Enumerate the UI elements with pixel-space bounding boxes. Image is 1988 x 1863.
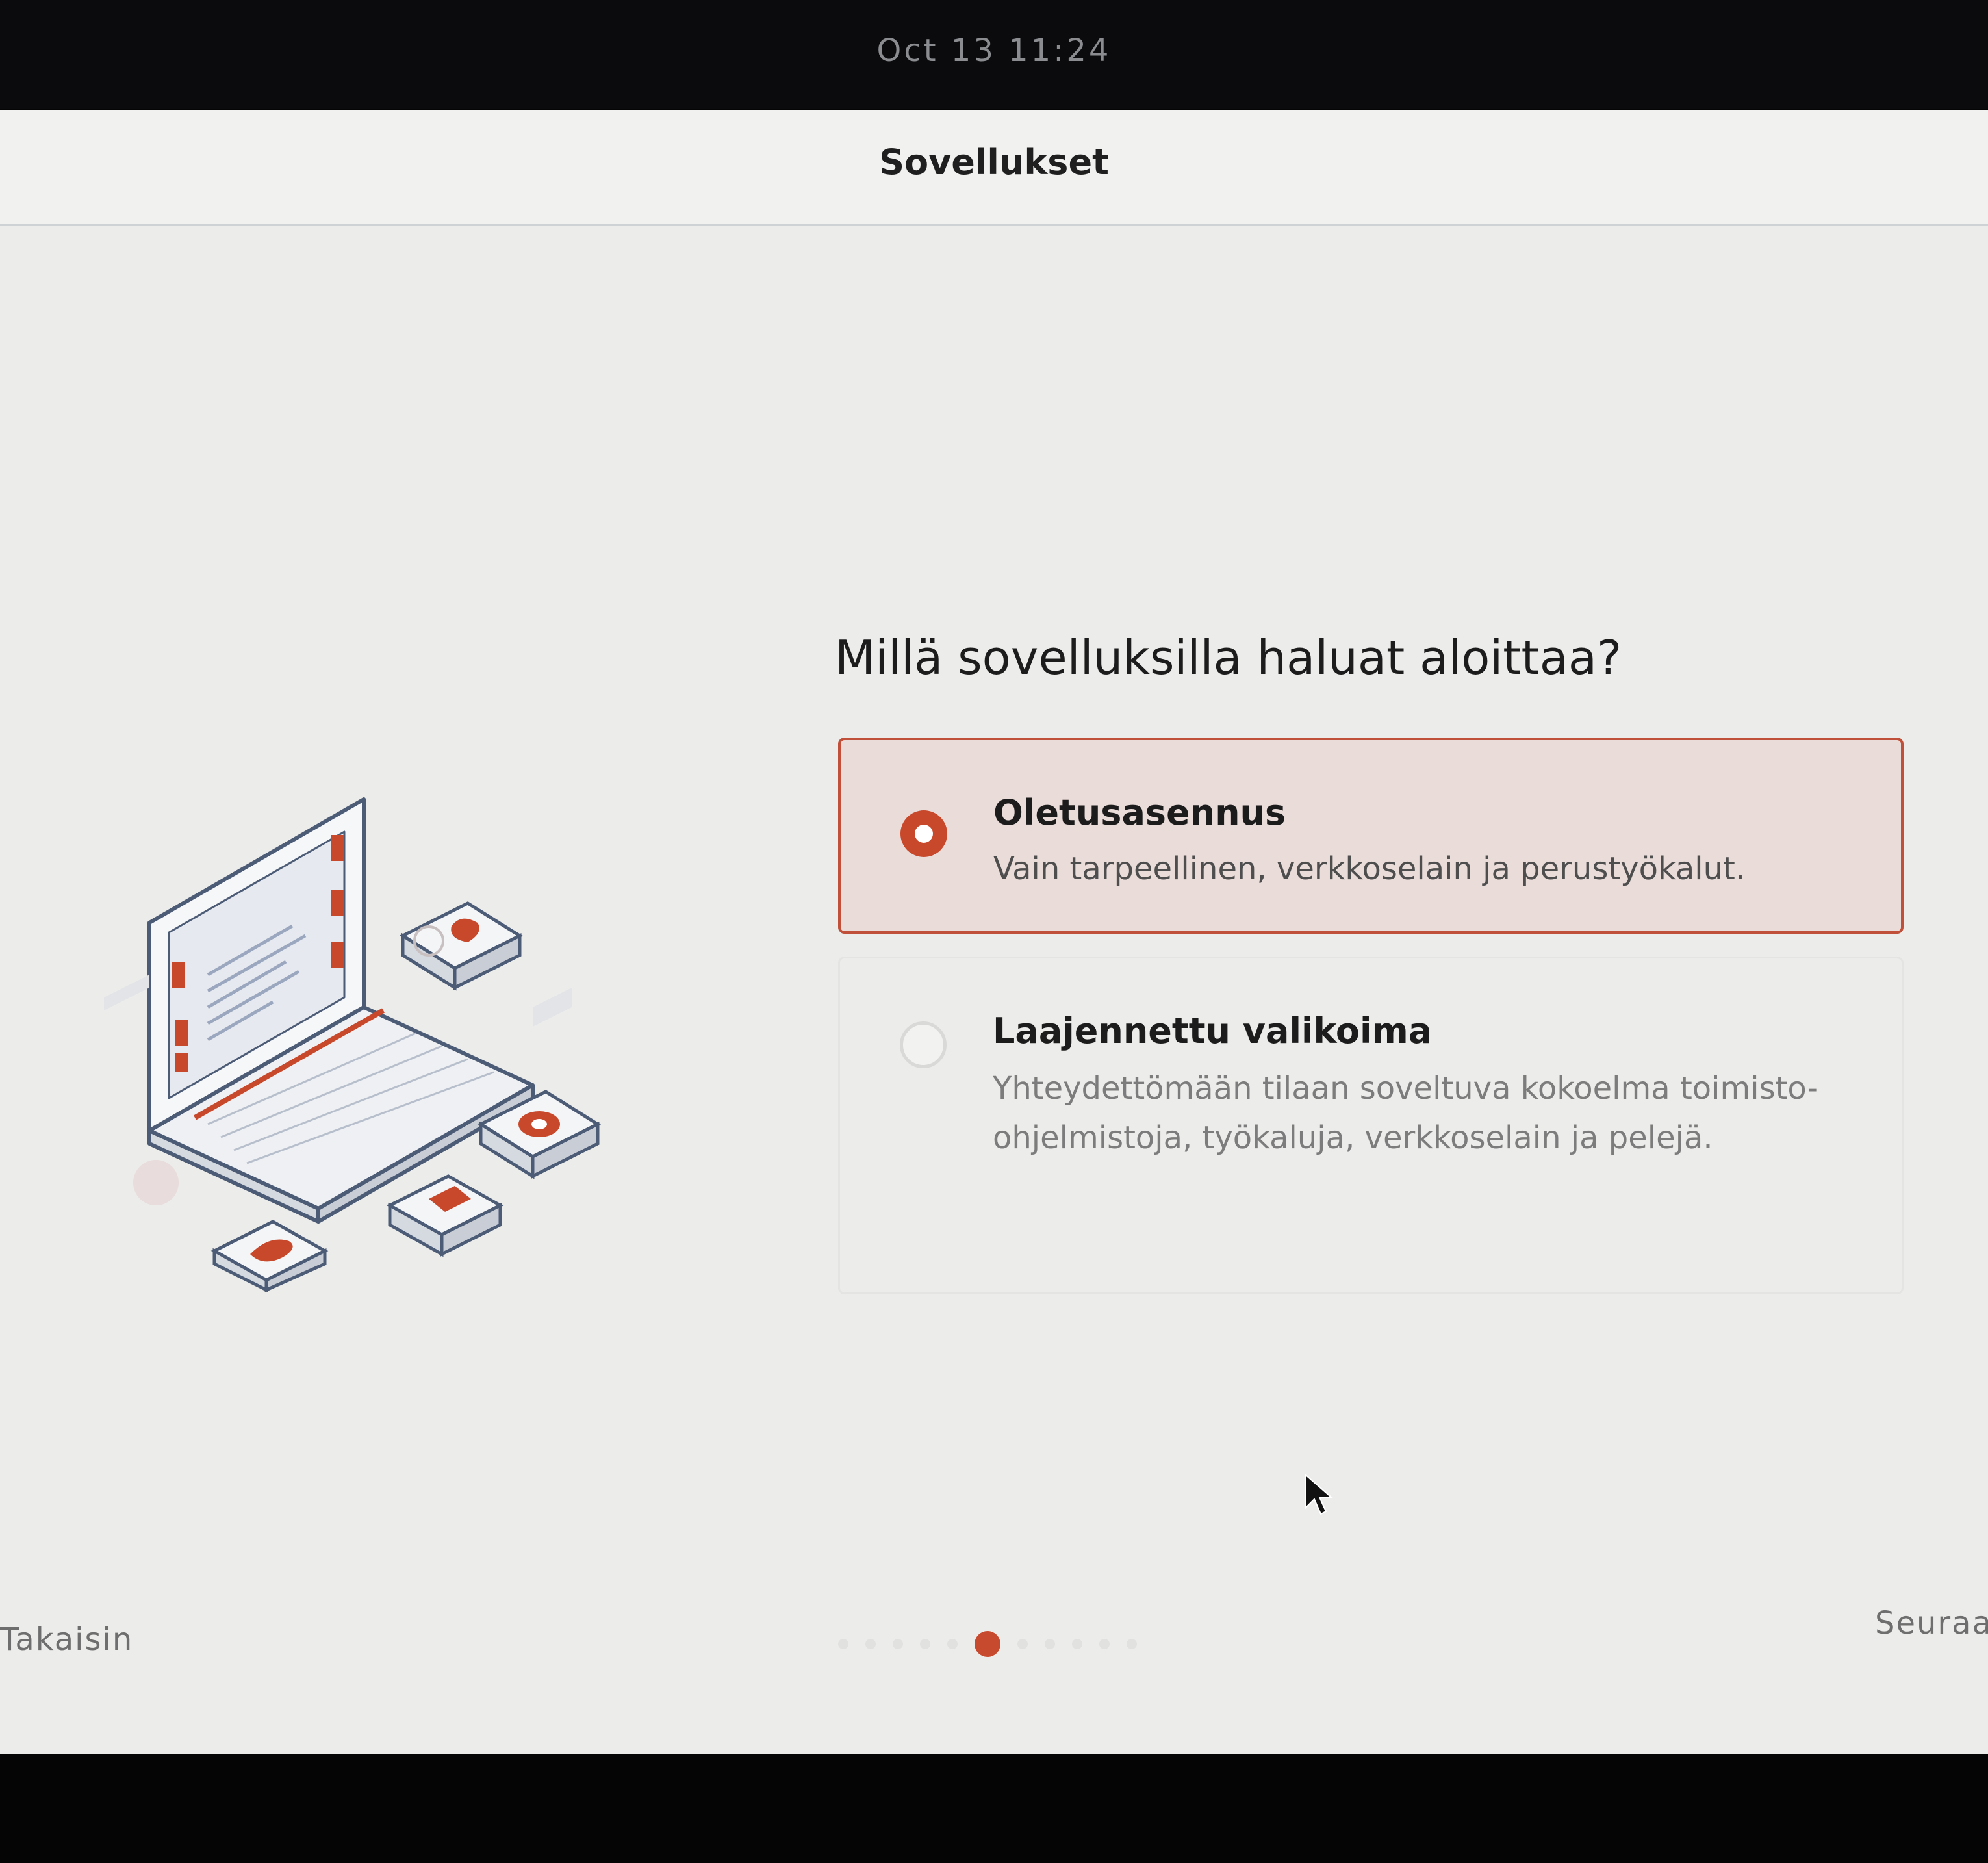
clock[interactable]: Oct 13 11:24: [0, 32, 1988, 69]
next-button[interactable]: Seuraava: [1875, 1605, 1988, 1641]
mouse-pointer-icon: [1305, 1473, 1333, 1515]
gamepad-icon: [210, 1220, 329, 1293]
option-title: Laajennettu valikoima: [993, 1010, 1433, 1051]
map-pin-icon: [399, 901, 524, 991]
page-indicator: [838, 1631, 1137, 1657]
radio-unselected-icon[interactable]: [900, 1021, 947, 1068]
radio-selected-icon[interactable]: [900, 810, 947, 857]
header-bar: Sovellukset: [0, 110, 1988, 226]
page-dot: [1045, 1639, 1055, 1649]
question-heading: Millä sovelluksilla haluat aloittaa?: [835, 630, 1622, 685]
music-icon: [386, 1174, 504, 1257]
option-extended-selection[interactable]: Laajennettu valikoima Yhteydettömään til…: [838, 957, 1904, 1294]
screen-bezel: [0, 1754, 1988, 1863]
page-dot: [1017, 1639, 1028, 1649]
page-dot: [1099, 1639, 1110, 1649]
page-dot: [893, 1639, 903, 1649]
option-description: Vain tarpeellinen, verkkoselain ja perus…: [993, 851, 1746, 887]
option-title: Oletusasennus: [993, 792, 1286, 833]
window-title: Sovellukset: [879, 142, 1109, 183]
page-dot: [1072, 1639, 1082, 1649]
back-button[interactable]: Takaisin: [0, 1621, 133, 1658]
page-dot: [1127, 1639, 1137, 1649]
page-dot: [947, 1639, 958, 1649]
option-default-install[interactable]: Oletusasennus Vain tarpeellinen, verkkos…: [838, 738, 1904, 934]
page-dot: [920, 1639, 930, 1649]
top-bar: Oct 13 11:24: [0, 0, 1988, 109]
installer-window: Sovellukset Millä sovelluksilla haluat a…: [0, 110, 1988, 1754]
option-description: Yhteydettömään tilaan soveltuva kokoelma…: [993, 1070, 1818, 1156]
laptop-illustration: [104, 797, 602, 1293]
page-dot: [838, 1639, 848, 1649]
page-dot-active: [975, 1631, 1000, 1657]
page-dot: [865, 1639, 876, 1649]
